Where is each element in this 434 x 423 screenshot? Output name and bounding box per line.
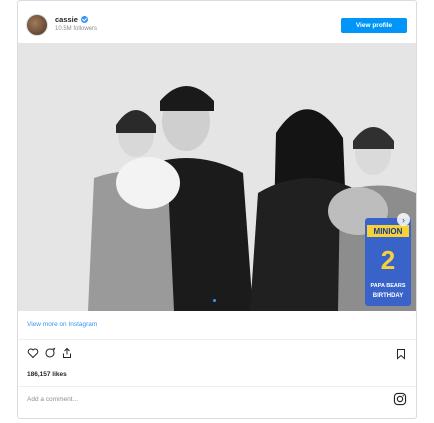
avatar[interactable]	[26, 14, 48, 36]
divider	[18, 386, 416, 387]
instagram-link[interactable]	[393, 392, 407, 411]
verified-badge-icon	[80, 16, 88, 23]
view-profile-button[interactable]: View profile	[341, 18, 407, 33]
post-header: cassie 10.5M followers View profile	[18, 1, 416, 49]
username-row: cassie	[55, 15, 88, 24]
view-more-link[interactable]: View more on Instagram	[27, 321, 97, 328]
follower-count: 10.5M followers	[55, 26, 98, 32]
post-photo[interactable]: MINION 2 PAPA BEARS BIRTHDAY ›	[18, 43, 416, 311]
like-count[interactable]: 186,157 likes	[27, 371, 67, 378]
username[interactable]: cassie	[55, 15, 78, 24]
photo-image: MINION 2 PAPA BEARS BIRTHDAY	[18, 43, 416, 311]
heart-icon[interactable]	[27, 347, 39, 359]
carousel-dot	[213, 299, 216, 302]
share-icon[interactable]	[61, 347, 73, 359]
divider	[18, 339, 416, 340]
sign-title: MINION	[374, 227, 403, 236]
instagram-embed: cassie 10.5M followers View profile MINI…	[17, 0, 417, 419]
bookmark-icon	[397, 349, 405, 360]
comment-icon[interactable]	[44, 347, 56, 359]
chevron-right-icon[interactable]: ›	[397, 213, 410, 226]
action-bar	[27, 347, 73, 359]
instagram-icon	[393, 392, 407, 406]
comment-input[interactable]: Add a comment...	[27, 396, 78, 403]
sign-number: 2	[381, 245, 395, 275]
sign-subtitle: PAPA BEARS	[370, 283, 405, 289]
sign-caption: BIRTHDAY	[373, 293, 403, 299]
bookmark-button[interactable]	[395, 347, 407, 365]
